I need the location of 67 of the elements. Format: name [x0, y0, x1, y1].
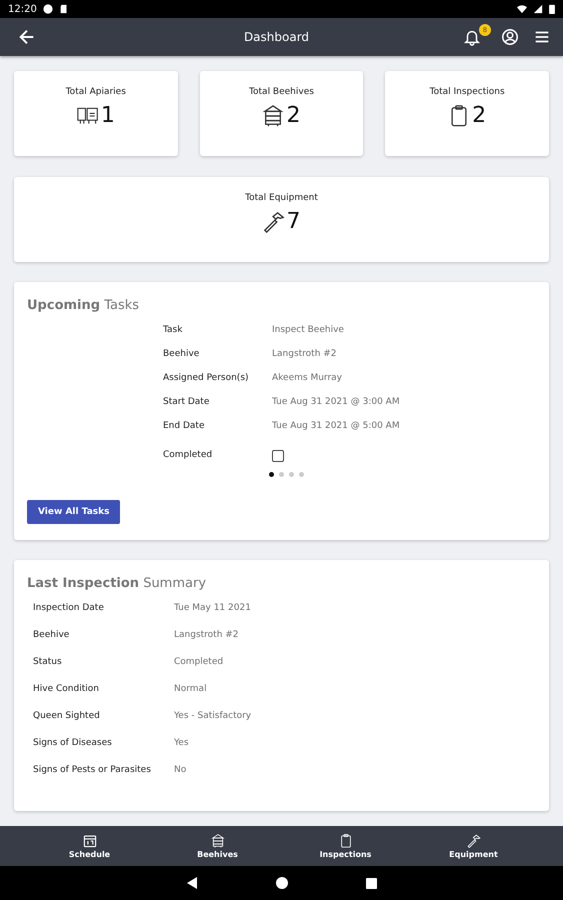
field-value: Yes: [174, 738, 190, 748]
field-label: Hive Condition: [33, 684, 100, 694]
field-value: Akeems Murray: [272, 373, 343, 383]
recents-nav-icon[interactable]: [366, 878, 377, 888]
field-value: Yes - Satisfactory: [174, 711, 252, 721]
nav-tab[interactable]: Beehives: [182, 826, 252, 866]
sd-card-icon: [58, 4, 69, 14]
stat-value: 2: [472, 105, 486, 127]
stat-value: 7: [286, 211, 300, 233]
field-value: No: [174, 765, 188, 775]
nav-tab[interactable]: Inspections: [310, 826, 380, 866]
field-value: Tue Aug 31 2021 @ 3:00 AM: [272, 397, 401, 407]
stat-label: Total Inspections: [430, 87, 505, 97]
field-label: Assigned Person(s): [163, 373, 250, 383]
card-title: Upcoming Tasks: [27, 298, 140, 313]
nav-tab[interactable]: Equipment: [438, 826, 508, 866]
field-label: End Date: [163, 421, 206, 431]
back-arrow-icon: [18, 28, 36, 46]
field-label: Task: [163, 325, 184, 335]
view-all-tasks-button[interactable]: View All Tasks: [27, 500, 120, 524]
beehive-icon: [210, 834, 224, 848]
page-dot[interactable]: [289, 472, 294, 477]
stat-value: 2: [286, 105, 300, 127]
field-label: Beehive: [163, 349, 200, 359]
completed-checkbox[interactable]: [272, 450, 284, 462]
field-value: Langstroth #2: [174, 630, 240, 640]
page-dot[interactable]: [279, 472, 284, 477]
stat-label: Total Beehives: [249, 87, 314, 97]
nav-tab[interactable]: Schedule: [54, 826, 124, 866]
field-label: Completed: [163, 450, 214, 460]
card-title: Last Inspection Summary: [27, 576, 208, 591]
stat-card[interactable]: Total Apiaries 1: [14, 71, 178, 156]
beehive-icon: [262, 105, 284, 127]
account-icon: [501, 28, 519, 46]
field-label: Inspection Date: [33, 603, 105, 613]
clipboard-icon: [338, 834, 352, 848]
back-nav-icon[interactable]: [186, 877, 198, 889]
page-title: Dashboard: [242, 30, 310, 44]
field-label: Signs of Diseases: [33, 738, 113, 748]
field-value: Normal: [174, 684, 208, 694]
hammer-icon: [262, 211, 284, 233]
stat-card[interactable]: Total Inspections 2: [385, 71, 549, 156]
field-value: Completed: [174, 657, 224, 667]
field-label: Signs of Pests or Parasites: [33, 765, 152, 775]
field-value: Tue Aug 31 2021 @ 5:00 AM: [272, 421, 401, 431]
stat-label: Total Apiaries: [66, 87, 126, 97]
field-label: Beehive: [33, 630, 70, 640]
field-label: Status: [33, 657, 63, 667]
signal-icon: [533, 4, 543, 14]
calendar-icon: [82, 834, 96, 848]
page-dot[interactable]: [269, 472, 274, 477]
hammer-icon: [466, 834, 480, 848]
stat-value: 1: [100, 105, 115, 127]
field-label: Start Date: [163, 397, 210, 407]
wifi-icon: [517, 4, 527, 14]
field-value: Inspect Beehive: [272, 325, 345, 335]
field-value: Langstroth #2: [272, 349, 338, 359]
field-value: Tue May 11 2021: [174, 603, 252, 613]
stat-label: Total Equipment: [245, 193, 318, 203]
home-nav-icon[interactable]: [276, 877, 288, 889]
stat-card[interactable]: Total Beehives 2: [200, 71, 364, 156]
bell-icon: [463, 28, 481, 46]
status-time: 12:20: [8, 4, 37, 14]
stat-card[interactable]: Total Equipment 7: [14, 177, 549, 262]
field-label: Queen Sighted: [33, 711, 101, 721]
battery-icon: [549, 4, 555, 14]
page-dot[interactable]: [299, 472, 304, 477]
